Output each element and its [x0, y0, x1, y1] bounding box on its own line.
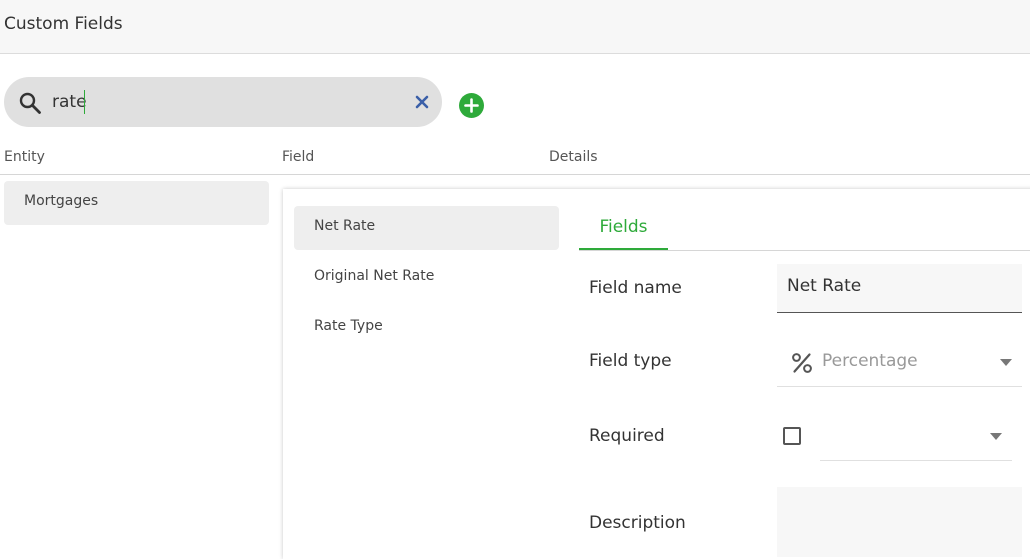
field-type-label: Field type	[589, 351, 672, 371]
field-name-input-wrap[interactable]	[777, 264, 1022, 313]
field-item-original-net-rate[interactable]: Original Net Rate	[294, 256, 559, 300]
column-header-entity: Entity	[4, 149, 45, 165]
app-header: Custom Fields	[0, 0, 1030, 54]
entity-item-mortgages[interactable]: Mortgages	[4, 181, 269, 225]
field-name-label: Field name	[589, 278, 682, 298]
field-type-select[interactable]: Percentage	[777, 338, 1022, 387]
required-label: Required	[589, 426, 665, 446]
chevron-down-icon	[990, 433, 1002, 440]
text-caret	[84, 90, 85, 114]
field-type-value: Percentage	[822, 351, 918, 371]
column-header-details: Details	[549, 149, 598, 165]
search-box[interactable]	[4, 77, 442, 127]
column-header-field: Field	[282, 149, 315, 165]
tab-divider	[579, 250, 1030, 251]
field-item-net-rate[interactable]: Net Rate	[294, 206, 559, 250]
chevron-down-icon	[1000, 359, 1012, 366]
field-name-input[interactable]	[787, 276, 1012, 296]
tab-fields[interactable]: Fields	[579, 208, 668, 250]
tab-active-indicator	[579, 248, 668, 250]
percent-icon	[792, 353, 812, 373]
header-divider	[0, 174, 1030, 175]
plus-circle-icon[interactable]	[459, 93, 484, 118]
required-checkbox[interactable]	[783, 427, 801, 445]
description-input[interactable]	[777, 487, 1022, 557]
search-input[interactable]	[52, 89, 392, 115]
description-label: Description	[589, 513, 686, 533]
search-icon	[19, 92, 41, 114]
field-item-rate-type[interactable]: Rate Type	[294, 306, 559, 350]
page-title: Custom Fields	[4, 14, 123, 34]
required-select[interactable]	[820, 412, 1012, 461]
close-icon[interactable]	[414, 94, 430, 110]
